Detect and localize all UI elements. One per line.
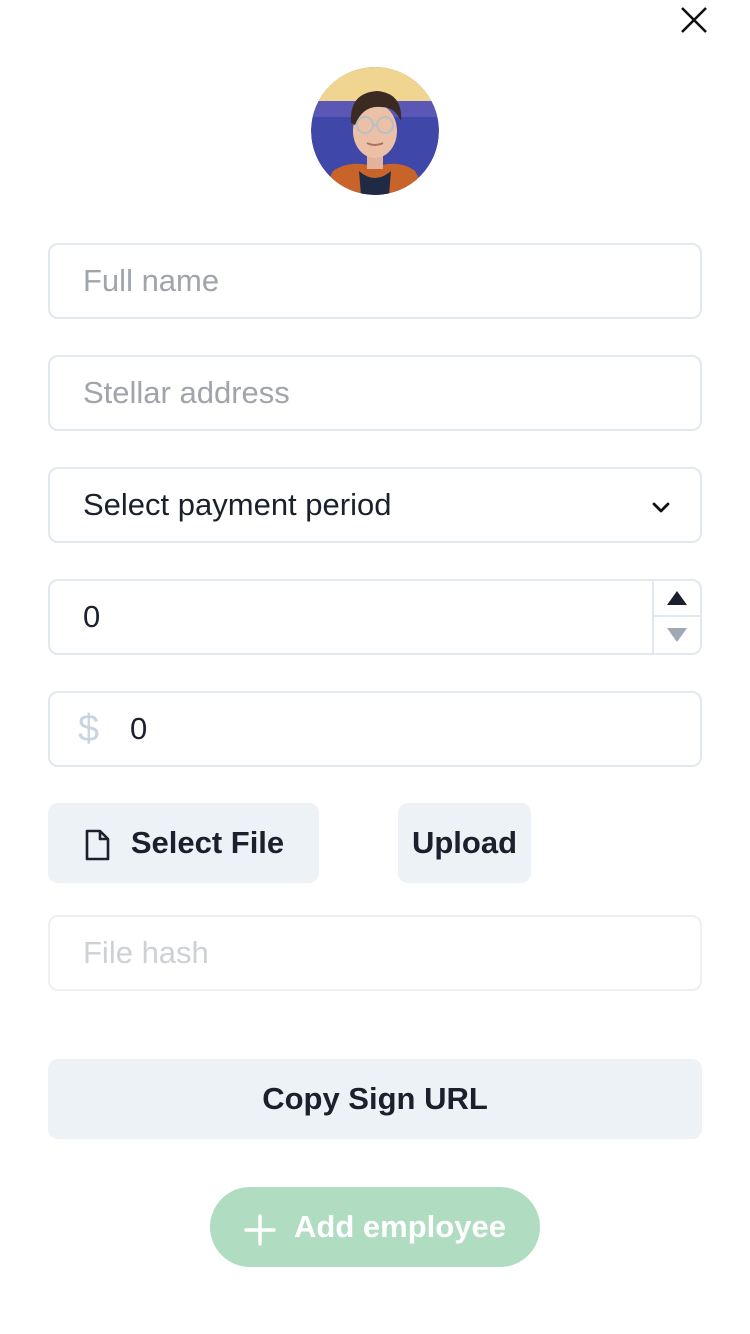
triangle-up-icon xyxy=(667,591,687,605)
add-employee-button[interactable]: Add employee xyxy=(210,1187,540,1267)
add-employee-label: Add employee xyxy=(294,1209,506,1244)
triangle-down-icon xyxy=(667,628,687,642)
full-name-field[interactable] xyxy=(48,243,702,319)
file-icon xyxy=(85,829,110,861)
file-hash-input xyxy=(50,917,700,989)
amount-field[interactable]: $ 0 xyxy=(48,691,702,767)
number-stepper-value[interactable]: 0 xyxy=(83,581,100,653)
copy-sign-url-label: Copy Sign URL xyxy=(262,1081,488,1116)
number-stepper-field[interactable]: 0 xyxy=(48,579,702,655)
copy-sign-url-button[interactable]: Copy Sign URL xyxy=(48,1059,702,1139)
stellar-address-field[interactable] xyxy=(48,355,702,431)
select-file-label: Select File xyxy=(130,825,285,860)
close-button[interactable] xyxy=(676,2,712,38)
close-icon xyxy=(681,7,707,33)
quantity-stepper xyxy=(652,581,700,653)
upload-button[interactable]: Upload xyxy=(398,803,531,883)
file-hash-field xyxy=(48,915,702,991)
stellar-address-input[interactable] xyxy=(50,357,700,429)
payment-period-value: Select payment period xyxy=(83,487,392,522)
dollar-icon: $ xyxy=(78,708,100,750)
avatar[interactable] xyxy=(311,67,439,195)
increment-button[interactable] xyxy=(654,581,700,617)
plus-icon xyxy=(244,1214,276,1246)
amount-value[interactable]: 0 xyxy=(130,693,147,765)
payment-period-select[interactable]: Select payment period xyxy=(48,467,702,543)
select-file-button[interactable]: Select File xyxy=(48,803,319,883)
upload-label: Upload xyxy=(411,825,518,860)
decrement-button[interactable] xyxy=(654,617,700,653)
add-employee-modal: Select payment period 0 $ 0 xyxy=(0,0,750,1334)
chevron-down-icon xyxy=(652,502,670,513)
full-name-input[interactable] xyxy=(50,245,700,317)
